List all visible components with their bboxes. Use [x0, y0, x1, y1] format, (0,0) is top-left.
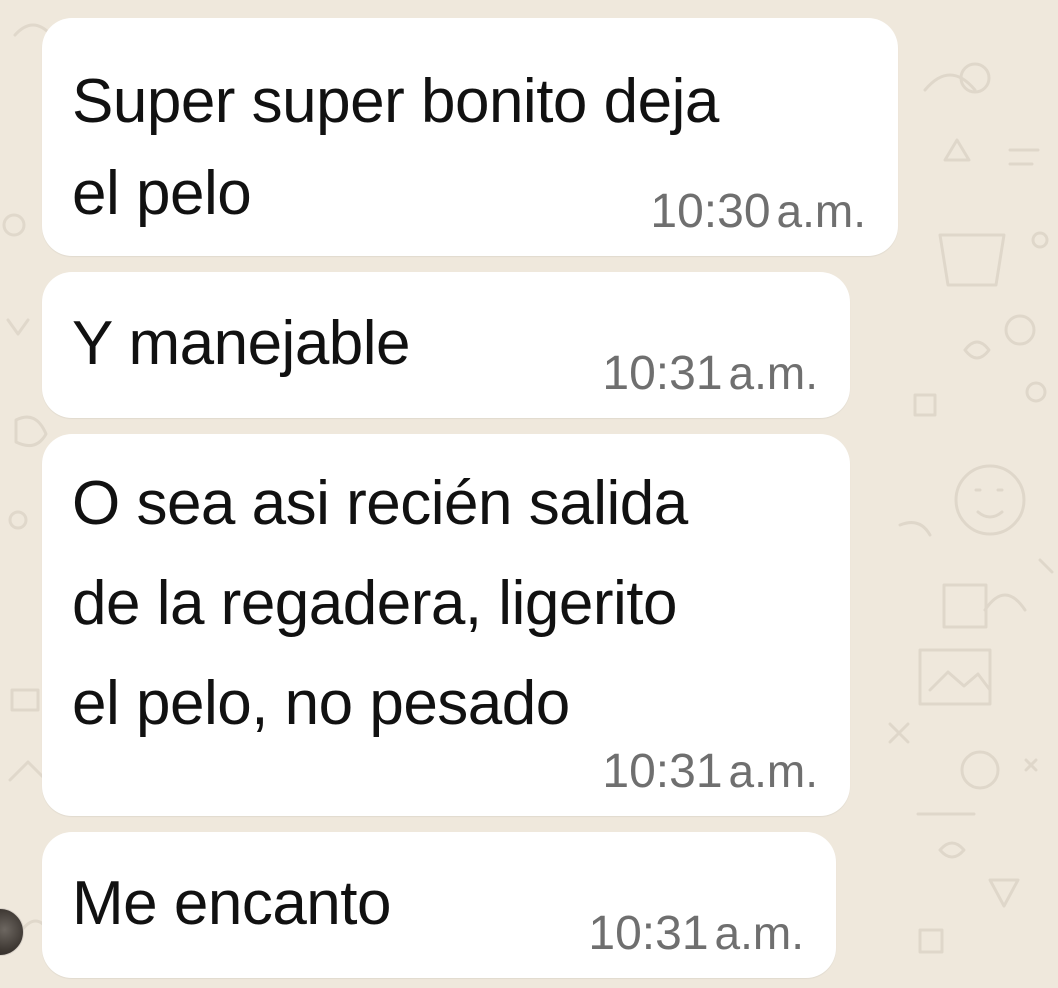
message-time-suffix: a.m. [776, 185, 866, 237]
message-time-suffix: a.m. [728, 347, 818, 399]
message-bubble[interactable]: O sea asi recién salida de la regadera, … [42, 434, 850, 816]
message-bubble[interactable]: Super super bonito deja el pelo 10:30 a.m… [42, 18, 898, 256]
message-text: Super super bonito deja el pelo [72, 67, 719, 228]
message-time-suffix: a.m. [714, 907, 804, 959]
message-time: 10:31 a.m. [602, 345, 818, 402]
message-time-clock: 10:31 [602, 745, 723, 798]
message-time-clock: 10:31 [602, 347, 723, 400]
message-time: 10:31 a.m. [602, 743, 818, 800]
message-time: 10:31 a.m. [588, 905, 804, 962]
message-text: O sea asi recién salida de la regadera, … [72, 469, 688, 738]
message-bubble[interactable]: Me encanto 10:31 a.m. [42, 832, 836, 978]
message-time-suffix: a.m. [728, 745, 818, 797]
message-text: Me encanto [72, 869, 392, 938]
message-time-clock: 10:31 [588, 907, 709, 960]
message-time-clock: 10:30 [650, 185, 771, 238]
message-text: Y manejable [72, 309, 411, 378]
message-bubble[interactable]: Y manejable 10:31 a.m. [42, 272, 850, 418]
message-time: 10:30 a.m. [650, 183, 866, 240]
